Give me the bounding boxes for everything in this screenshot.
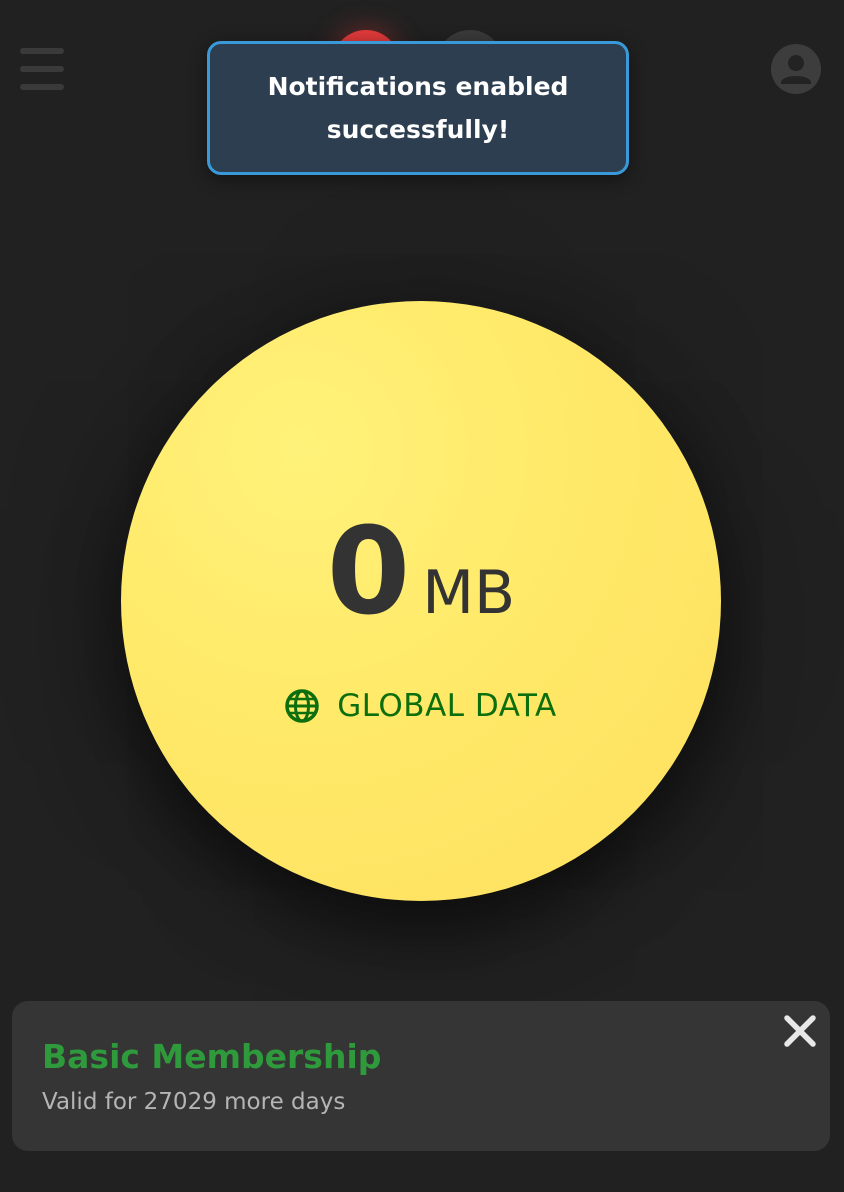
data-unit: MB — [422, 558, 516, 628]
user-account-button[interactable] — [771, 44, 821, 94]
notification-toast: Notifications enabled successfully! — [207, 41, 629, 175]
close-button[interactable] — [782, 1013, 818, 1049]
data-value: 0 — [326, 503, 411, 642]
data-type-label: GLOBAL DATA — [337, 688, 557, 724]
hamburger-menu-icon — [20, 48, 64, 54]
toast-message: Notifications enabled successfully! — [267, 72, 569, 144]
hamburger-menu-icon-line — [20, 66, 64, 72]
app-screen: 0 MB GLOBAL DATA Notifications enabled s… — [0, 0, 844, 1192]
data-value-row: 0 MB — [121, 513, 721, 633]
membership-card: Basic Membership Valid for 27029 more da… — [12, 1001, 830, 1151]
hamburger-menu-icon-line — [20, 84, 64, 90]
globe-icon — [285, 689, 319, 723]
menu-button[interactable] — [20, 48, 66, 90]
membership-validity: Valid for 27029 more days — [42, 1089, 346, 1115]
user-account-icon — [781, 55, 811, 84]
membership-title: Basic Membership — [42, 1037, 382, 1076]
data-type-row: GLOBAL DATA — [121, 688, 721, 724]
close-icon — [784, 1015, 816, 1047]
data-usage-circle: 0 MB GLOBAL DATA — [121, 301, 721, 901]
